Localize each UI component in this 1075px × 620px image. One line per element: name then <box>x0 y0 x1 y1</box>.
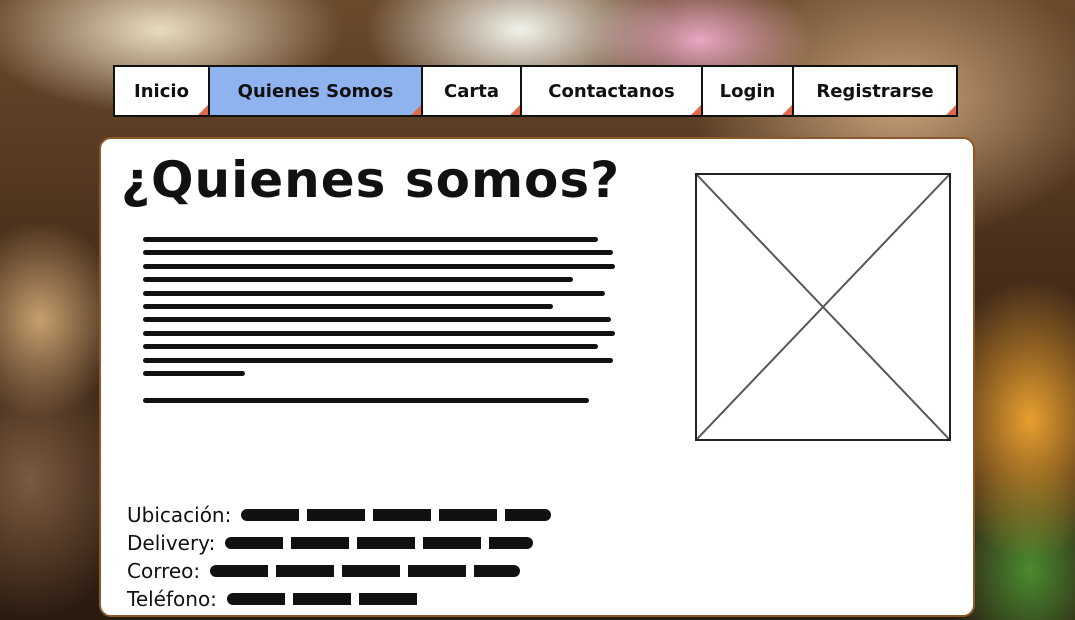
placeholder-text-line <box>143 277 573 283</box>
placeholder-text-line <box>143 290 605 296</box>
info-row-delivery: Delivery: <box>127 529 551 557</box>
nav-item-label: Login <box>719 80 776 102</box>
ubicacion-value-placeholder <box>241 509 552 521</box>
nav-item-carta[interactable]: Carta <box>423 67 522 115</box>
correo-value-placeholder <box>210 565 521 577</box>
nav-item-label: Inicio <box>134 80 189 102</box>
main-nav: Inicio Quienes Somos Carta Contactanos L… <box>113 65 958 117</box>
link-corner-icon <box>946 105 956 115</box>
placeholder-text-line <box>143 303 553 309</box>
placeholder-text-block <box>143 237 618 412</box>
about-panel: ¿Quienes somos? Ubicación: Delivery: Cor… <box>99 137 975 617</box>
delivery-label: Delivery: <box>127 531 216 555</box>
image-placeholder-icon <box>697 175 949 439</box>
placeholder-text-line <box>143 263 615 269</box>
contact-info: Ubicación: Delivery: Correo: Teléfono: <box>127 501 552 613</box>
link-corner-icon <box>411 105 421 115</box>
placeholder-text-line <box>143 398 589 404</box>
placeholder-text-line <box>143 344 598 350</box>
nav-item-quienes-somos[interactable]: Quienes Somos <box>210 67 423 115</box>
nav-item-label: Carta <box>444 80 499 102</box>
ubicacion-label: Ubicación: <box>127 503 232 527</box>
delivery-value-placeholder <box>225 537 534 549</box>
page-title: ¿Quienes somos? <box>121 151 621 209</box>
correo-label: Correo: <box>127 559 201 583</box>
image-placeholder <box>695 173 951 441</box>
nav-item-inicio[interactable]: Inicio <box>115 67 210 115</box>
link-corner-icon <box>782 105 792 115</box>
telefono-label: Teléfono: <box>127 587 217 611</box>
telefono-value-placeholder <box>226 593 423 605</box>
nav-item-login[interactable]: Login <box>703 67 794 115</box>
placeholder-text-line <box>143 357 613 363</box>
nav-item-label: Registrarse <box>816 80 934 102</box>
info-row-correo: Correo: <box>127 557 551 585</box>
placeholder-text-line <box>143 330 615 336</box>
placeholder-text-line <box>143 370 245 376</box>
nav-item-label: Contactanos <box>548 80 675 102</box>
info-row-telefono: Teléfono: <box>127 585 551 613</box>
link-corner-icon <box>510 105 520 115</box>
placeholder-text-line <box>143 250 613 256</box>
info-row-ubicacion: Ubicación: <box>127 501 552 529</box>
nav-item-contactanos[interactable]: Contactanos <box>522 67 703 115</box>
placeholder-text-line <box>143 237 598 242</box>
nav-item-label: Quienes Somos <box>237 80 394 102</box>
link-corner-icon <box>198 105 208 115</box>
nav-item-registrarse[interactable]: Registrarse <box>794 67 956 115</box>
placeholder-text-line <box>143 317 611 323</box>
link-corner-icon <box>691 105 701 115</box>
